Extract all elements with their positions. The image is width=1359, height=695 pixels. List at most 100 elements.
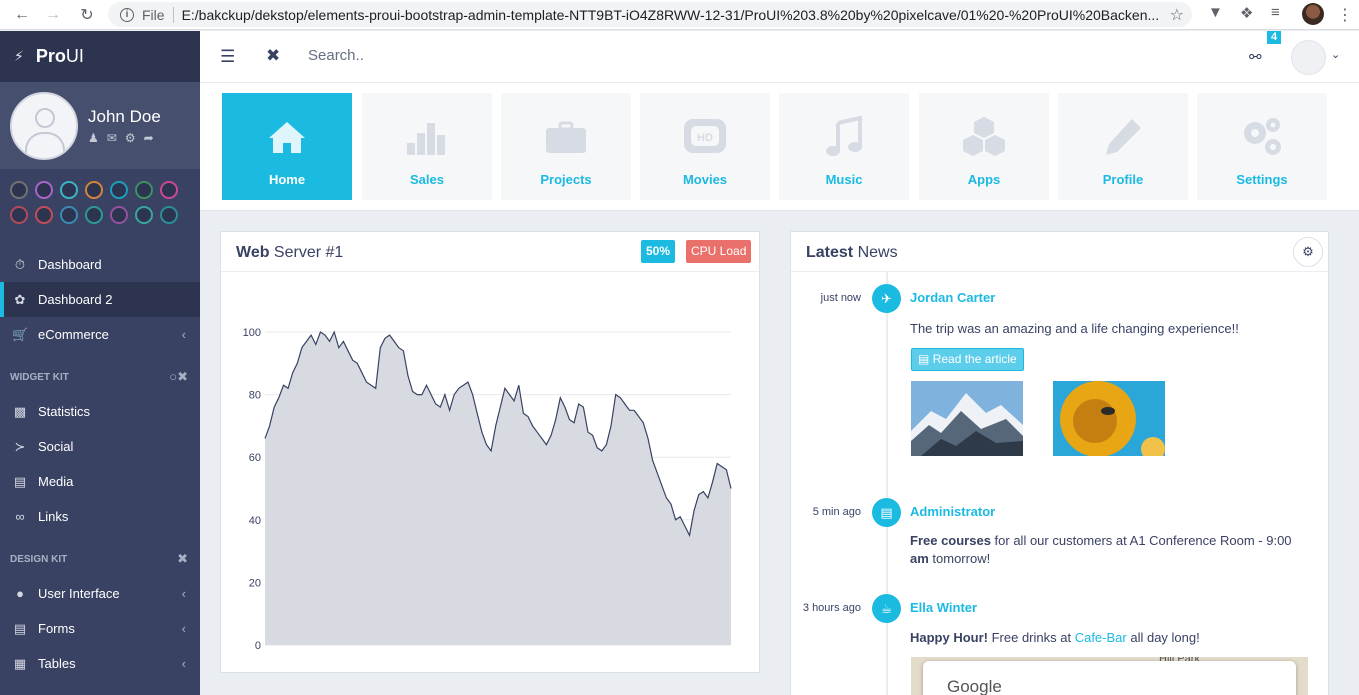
browser-menu-icon[interactable]: ⋮ [1337, 5, 1353, 25]
theme-swatch[interactable] [10, 181, 28, 199]
user-avatar[interactable] [10, 91, 78, 160]
sidebar-item-tables[interactable]: ▦ Tables ‹ [0, 646, 200, 681]
sidebar-item-links[interactable]: ∞ Links [0, 499, 200, 534]
brand-logo[interactable]: ⚡ Pro UI [0, 31, 200, 82]
document-icon: ▤ [872, 498, 901, 527]
star-icon[interactable]: ☆ [1170, 5, 1184, 25]
avatar[interactable] [1291, 40, 1326, 75]
tile-projects[interactable]: Projects [501, 93, 631, 200]
forward-arrow-icon[interactable]: → [38, 0, 68, 30]
cafe-bar-link[interactable]: Cafe-Bar [1075, 630, 1127, 645]
sidebar-item-dashboard[interactable]: ⏱ Dashboard [0, 247, 200, 282]
bee-flower-photo[interactable] [1053, 381, 1165, 456]
theme-swatch[interactable] [60, 181, 78, 199]
tile-label: Apps [967, 172, 1001, 187]
cart-icon: 🛒 [12, 326, 29, 342]
vivaldi-extension-icon[interactable]: ▼ [1208, 4, 1223, 21]
design-kit-header: DESIGN KIT ✖ [0, 542, 200, 576]
y-tick-label: 0 [255, 640, 261, 652]
home-icon [269, 122, 305, 153]
media-list-icon[interactable]: ≡ [1271, 4, 1280, 21]
sidebar-item-ecommerce[interactable]: 🛒 eCommerce ‹ [0, 317, 200, 352]
sidebar-item-label: Dashboard [38, 257, 102, 272]
tile-label: Home [268, 172, 306, 187]
section-title: DESIGN KIT [10, 553, 68, 565]
sidebar-nav: ⏱ Dashboard ✿ Dashboard 2 🛒 eCommerce ‹ … [0, 239, 200, 681]
timeline-author[interactable]: Ella Winter [910, 600, 977, 615]
tile-home[interactable]: Home [222, 93, 352, 200]
tile-music[interactable]: Music [779, 93, 909, 200]
cubes-icon [963, 117, 1005, 156]
chevron-down-icon[interactable]: ⌄ [1331, 48, 1340, 61]
drink-icon: ☕ [872, 594, 901, 623]
widget-kit-header: WIDGET KIT ○✖ [0, 360, 200, 394]
map-embed[interactable]: Hill Park Google [911, 657, 1308, 695]
user-profile-icon[interactable]: ♟ [88, 131, 99, 145]
theme-swatch[interactable] [10, 206, 28, 224]
tile-sales[interactable]: Sales [362, 93, 492, 200]
browser-avatar[interactable] [1302, 3, 1324, 25]
music-note-icon [826, 115, 862, 156]
sidebar-item-dashboard-2[interactable]: ✿ Dashboard 2 [0, 282, 200, 317]
sidebar-item-label: Social [38, 439, 74, 454]
sidebar-item-label: Tables [38, 656, 76, 671]
tile-apps[interactable]: Apps [919, 93, 1049, 200]
theme-swatch[interactable] [160, 181, 178, 199]
envelope-icon[interactable]: ✉ [107, 131, 117, 145]
theme-swatch[interactable] [135, 181, 153, 199]
menu-toggle-icon[interactable]: ☰ [220, 47, 235, 67]
theme-swatch[interactable] [110, 206, 128, 224]
theme-swatch[interactable] [35, 206, 53, 224]
divider [172, 6, 174, 23]
bar-chart-icon [407, 123, 445, 155]
search-input[interactable] [308, 47, 708, 64]
sidebar-item-label: eCommerce [38, 327, 109, 342]
chevron-left-icon: ‹ [181, 586, 186, 601]
puzzle-icon[interactable]: ❖ [1240, 4, 1253, 22]
timeline-author[interactable]: Administrator [910, 504, 995, 519]
sidebar: ⚡ Pro UI John Doe ♟ ✉ ⚙ ➦ ⏱ Dashboard ✿ D… [0, 31, 200, 695]
reload-icon[interactable]: ↻ [72, 0, 102, 30]
sidebar-item-social[interactable]: ≻ Social [0, 429, 200, 464]
theme-swatch[interactable] [110, 181, 128, 199]
back-arrow-icon[interactable]: ← [7, 0, 37, 30]
sidebar-item-label: User Interface [38, 586, 120, 601]
sidebar-item-statistics[interactable]: ▩ Statistics [0, 394, 200, 429]
theme-swatch[interactable] [60, 206, 78, 224]
theme-swatch[interactable] [160, 206, 178, 224]
logout-icon[interactable]: ➦ [144, 131, 154, 145]
gear-icon[interactable]: ⚙ [125, 131, 136, 145]
tools-icon[interactable]: ✖ [177, 551, 188, 567]
timeline-text: Free courses for all our customers at A1… [910, 533, 1292, 566]
tools-icon[interactable]: ✖ [266, 46, 280, 66]
tile-settings[interactable]: Settings [1197, 93, 1327, 200]
address-bar[interactable]: i File E:/bakckup/dekstop/elements-proui… [108, 2, 1192, 27]
info-icon[interactable]: i [120, 7, 134, 22]
leaf-icon: ✿ [14, 291, 26, 307]
file-label: File [142, 6, 165, 23]
sidebar-item-user-interface[interactable]: ● User Interface ‹ [0, 576, 200, 611]
pencil-icon [1106, 119, 1141, 155]
theme-switcher [0, 169, 200, 239]
read-article-button[interactable]: ▤ Read the article [911, 348, 1024, 371]
chevron-left-icon: ‹ [181, 327, 186, 342]
link-icon: ∞ [15, 509, 25, 524]
url-text[interactable]: E:/bakckup/dekstop/elements-proui-bootst… [182, 7, 1162, 23]
tile-profile[interactable]: Profile [1058, 93, 1188, 200]
sidebar-item-forms[interactable]: ▤ Forms ‹ [0, 611, 200, 646]
theme-swatch[interactable] [85, 181, 103, 199]
lightbulb-tools-icon[interactable]: ○✖ [169, 369, 188, 385]
timeline-author[interactable]: Jordan Carter [910, 290, 995, 305]
sidebar-item-media[interactable]: ▤ Media [0, 464, 200, 499]
tile-movies[interactable]: HD Movies [640, 93, 770, 200]
cpu-area-chart: 0 20 40 60 80 100 [243, 327, 732, 652]
theme-swatch[interactable] [35, 181, 53, 199]
timeline-time: just now [820, 292, 861, 304]
tile-label: Profile [1102, 172, 1144, 187]
theme-swatch[interactable] [85, 206, 103, 224]
widget-settings-button[interactable]: ⚙ [1293, 237, 1323, 267]
timeline-time: 3 hours ago [802, 602, 861, 614]
theme-swatch[interactable] [135, 206, 153, 224]
share-icon[interactable]: ⚯ [1249, 48, 1262, 66]
mountain-photo[interactable] [911, 381, 1023, 456]
